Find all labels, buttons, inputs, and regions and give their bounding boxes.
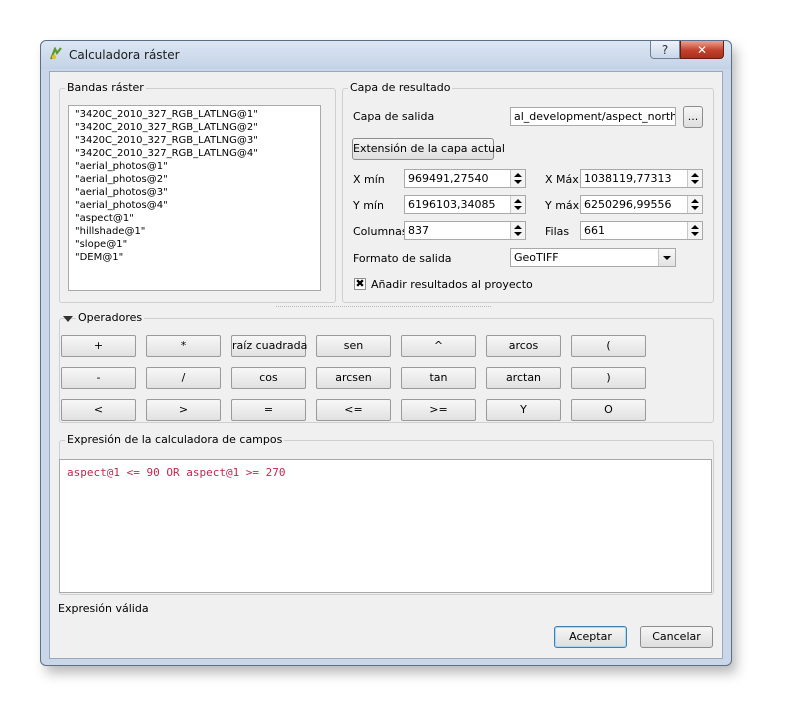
ymax-value: 6250296,99556 (584, 198, 672, 211)
band-list-item[interactable]: "hillshade@1" (75, 225, 320, 238)
operator-button[interactable]: cos (231, 367, 306, 389)
band-list-item[interactable]: "aspect@1" (75, 212, 320, 225)
operator-button[interactable]: O (571, 399, 646, 421)
xmin-value: 969491,27540 (408, 172, 489, 185)
rows-spinbox[interactable]: 661 (580, 221, 703, 240)
band-list-item[interactable]: "aerial_photos@4" (75, 199, 320, 212)
columns-label: Columnas (353, 225, 408, 238)
operator-button[interactable]: < (61, 399, 136, 421)
ymin-value: 6196103,34085 (408, 198, 496, 211)
xmin-label: X mín (353, 173, 385, 186)
ymax-label: Y máx (545, 199, 580, 212)
operator-button[interactable]: * (146, 335, 221, 357)
band-list-item[interactable]: "slope@1" (75, 238, 320, 251)
operator-button[interactable]: <= (316, 399, 391, 421)
cancel-button[interactable]: Cancelar (640, 626, 713, 648)
band-list-item[interactable]: "3420C_2010_327_RGB_LATLNG@2" (75, 121, 320, 134)
add-to-project-checkbox[interactable]: ✖ (354, 278, 366, 290)
operator-button[interactable]: ) (571, 367, 646, 389)
help-button[interactable]: ? (650, 41, 680, 59)
operator-button[interactable]: sen (316, 335, 391, 357)
operator-button[interactable]: = (231, 399, 306, 421)
ymax-spinbox[interactable]: 6250296,99556 (580, 195, 703, 214)
operator-button[interactable]: arctan (486, 367, 561, 389)
output-format-value: GeoTIFF (514, 251, 559, 264)
chevron-down-icon[interactable] (658, 249, 675, 266)
columns-spinbox[interactable]: 837 (404, 221, 526, 240)
operator-button[interactable]: >= (401, 399, 476, 421)
rows-label: Filas (545, 225, 570, 238)
expression-title: Expresión de la calculadora de campos (65, 433, 285, 446)
xmax-spin-arrows[interactable] (687, 170, 702, 187)
raster-bands-title: Bandas ráster (65, 81, 146, 94)
band-list-item[interactable]: "aerial_photos@1" (75, 160, 320, 173)
window-title: Calculadora ráster (69, 48, 180, 62)
xmax-spinbox[interactable]: 1038119,77313 (580, 169, 703, 188)
band-list-item[interactable]: "3420C_2010_327_RGB_LATLNG@4" (75, 147, 320, 160)
ymin-spinbox[interactable]: 6196103,34085 (404, 195, 526, 214)
operator-button[interactable]: + (61, 335, 136, 357)
operator-button[interactable]: tan (401, 367, 476, 389)
band-list-item[interactable]: "3420C_2010_327_RGB_LATLNG@3" (75, 134, 320, 147)
browse-button[interactable]: ... (683, 106, 703, 128)
operator-button[interactable]: ( (571, 335, 646, 357)
output-format-select[interactable]: GeoTIFF (510, 248, 676, 267)
raster-bands-list[interactable]: "3420C_2010_327_RGB_LATLNG@1" "3420C_2010… (68, 105, 321, 291)
band-list-item[interactable]: "DEM@1" (75, 251, 320, 264)
rows-spin-arrows[interactable] (687, 222, 702, 239)
band-list-item[interactable]: "aerial_photos@2" (75, 173, 320, 186)
band-list-item[interactable]: "aerial_photos@3" (75, 186, 320, 199)
columns-spin-arrows[interactable] (510, 222, 525, 239)
operator-button[interactable]: > (146, 399, 221, 421)
xmin-spinbox[interactable]: 969491,27540 (404, 169, 526, 188)
add-to-project-label: Añadir resultados al proyecto (371, 278, 533, 291)
xmin-spin-arrows[interactable] (510, 170, 525, 187)
raster-bands-group: Bandas ráster "3420C_2010_327_RGB_LATLNG… (59, 81, 336, 303)
collapse-arrow-icon[interactable] (63, 316, 73, 322)
operator-button[interactable]: arcos (486, 335, 561, 357)
title-bar[interactable]: Calculadora ráster ? ✕ (41, 41, 731, 69)
close-button[interactable]: ✕ (680, 41, 724, 59)
result-layer-title: Capa de resultado (348, 81, 453, 94)
accept-button[interactable]: Aceptar (554, 626, 627, 648)
operator-button[interactable]: arcsen (316, 367, 391, 389)
operator-button[interactable]: / (146, 367, 221, 389)
operators-title: Operadores (76, 311, 145, 324)
ymin-label: Y mín (353, 199, 384, 212)
qgis-icon (49, 47, 62, 60)
ymax-spin-arrows[interactable] (687, 196, 702, 213)
operator-button[interactable]: raíz cuadrada (231, 335, 307, 357)
expression-status: Expresión válida (58, 602, 149, 615)
xmax-value: 1038119,77313 (584, 172, 672, 185)
expression-editor[interactable]: aspect@1 <= 90 OR aspect@1 >= 270 (59, 459, 712, 593)
expression-text: aspect@1 <= 90 OR aspect@1 >= 270 (67, 466, 286, 479)
splitter-handle[interactable] (276, 306, 491, 309)
columns-value: 837 (408, 224, 429, 237)
output-layer-input[interactable]: al_development/aspect_north.tif (510, 107, 676, 126)
operator-button[interactable]: ^ (401, 335, 476, 357)
current-layer-extent-button[interactable]: Extensión de la capa actual (352, 138, 505, 160)
rows-value: 661 (584, 224, 605, 237)
output-layer-label: Capa de salida (353, 110, 435, 123)
band-list-item[interactable]: "3420C_2010_327_RGB_LATLNG@1" (75, 108, 320, 121)
ymin-spin-arrows[interactable] (510, 196, 525, 213)
operator-button[interactable]: Y (486, 399, 561, 421)
output-format-label: Formato de salida (353, 252, 452, 265)
operator-button[interactable]: - (61, 367, 136, 389)
xmax-label: X Máx (545, 173, 579, 186)
